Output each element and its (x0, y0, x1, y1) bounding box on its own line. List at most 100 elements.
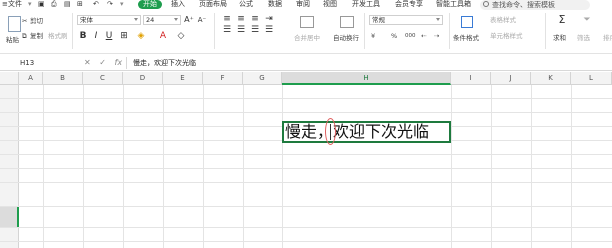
tab-view[interactable]: 视图 (323, 0, 337, 9)
column-header-e[interactable]: E (163, 72, 203, 85)
column-header-h[interactable]: H (282, 72, 451, 85)
sum-icon[interactable]: Σ (557, 14, 567, 25)
increase-font-icon[interactable]: A⁺ (184, 15, 194, 25)
align-top-icon[interactable]: ≡ (222, 14, 232, 24)
justify-icon[interactable]: ☰ (264, 25, 274, 35)
column-header-f[interactable]: F (203, 72, 243, 85)
gridline (0, 154, 612, 155)
align-right-icon[interactable]: ☰ (250, 25, 260, 35)
tab-developer[interactable]: 开发工具 (352, 0, 380, 9)
merge-center-button[interactable]: 合并居中 (294, 34, 320, 42)
paste-icon[interactable] (8, 16, 21, 32)
font-color-icon[interactable]: A (158, 31, 168, 41)
column-header-g[interactable]: G (243, 72, 282, 85)
copy-icon[interactable]: ⧉ (22, 32, 27, 40)
align-left-icon[interactable]: ☰ (222, 25, 232, 35)
tab-review[interactable]: 审阅 (296, 0, 310, 9)
formula-input[interactable]: 慢走，欢迎下次光临 (133, 57, 196, 69)
print-alt-icon[interactable]: ⊞ (77, 0, 83, 9)
filter-button[interactable]: 筛选 (577, 34, 590, 42)
conditional-format-button[interactable]: 条件格式 (453, 34, 479, 42)
increase-decimal-icon[interactable]: ⇠ (421, 32, 426, 40)
sum-button[interactable]: 求和 (553, 34, 566, 42)
tab-page-layout[interactable]: 页面布局 (199, 0, 227, 9)
fx-icon[interactable]: fx (115, 58, 123, 67)
bold-button[interactable]: B (78, 31, 88, 41)
paste-label[interactable]: 粘贴 (6, 36, 19, 44)
scissors-icon[interactable]: ✂ (22, 17, 27, 25)
tab-member[interactable]: 会员专享 (395, 0, 423, 9)
merge-center-icon[interactable] (300, 16, 314, 28)
tab-formulas[interactable]: 公式 (239, 0, 253, 9)
chevron-down-icon[interactable]: ▾ (28, 0, 32, 9)
confirm-icon[interactable]: ✓ (99, 58, 106, 67)
command-search-box[interactable]: 查找命令、搜索模板 (480, 0, 590, 10)
print-preview-icon[interactable]: ▤ (64, 0, 71, 9)
format-painter-button[interactable]: 格式刷 (48, 32, 68, 40)
tab-data[interactable]: 数据 (268, 0, 282, 9)
fill-color-icon[interactable]: ◈ (136, 31, 146, 41)
align-middle-icon[interactable]: ≡ (236, 14, 246, 24)
table-style-button[interactable]: 表格样式 (490, 16, 516, 24)
align-center-icon[interactable]: ☰ (236, 25, 246, 35)
wrap-text-button[interactable]: 自动换行 (333, 34, 359, 42)
gridline (0, 112, 612, 113)
number-format-value: 常规 (372, 16, 385, 24)
sort-button[interactable]: 排序 (603, 34, 612, 42)
tab-home[interactable]: 开始 (138, 0, 162, 9)
column-header-c[interactable]: C (83, 72, 123, 85)
column-header-a[interactable]: A (19, 72, 43, 85)
redo-icon[interactable]: ↷ (107, 0, 113, 9)
underline-button[interactable]: U (104, 31, 114, 41)
select-all-corner[interactable] (0, 72, 19, 85)
quick-access-more-icon[interactable]: ▾ (120, 0, 124, 9)
filter-icon[interactable]: ⏷ (582, 15, 592, 25)
save-icon[interactable]: ▣ (38, 0, 45, 9)
tab-insert[interactable]: 插入 (171, 0, 185, 9)
decrease-font-icon[interactable]: A⁻ (197, 15, 207, 25)
column-header-b[interactable]: B (43, 72, 83, 85)
currency-button[interactable]: ¥ (371, 32, 375, 40)
hamburger-icon[interactable]: ≡ (2, 0, 8, 9)
tab-smart-toolbox[interactable]: 智能工具箱 (436, 0, 471, 9)
file-menu[interactable]: 文件 (8, 0, 22, 9)
copy-button[interactable]: 复制 (30, 32, 43, 40)
cell-style-button[interactable]: 单元格样式 (490, 32, 523, 40)
clear-format-icon[interactable]: ◇ (176, 31, 186, 41)
gridline (83, 85, 84, 248)
conditional-format-icon[interactable] (461, 16, 473, 28)
sheet-grid[interactable] (0, 85, 612, 248)
active-cell-text: 慢走，欢迎下次光临 (285, 122, 430, 141)
percent-button[interactable]: % (391, 32, 397, 40)
gridline (491, 85, 492, 248)
indent-icon[interactable]: ⇥ (264, 14, 274, 24)
italic-button[interactable]: I (91, 31, 101, 41)
ribbon-divider (72, 13, 73, 49)
align-bottom-icon[interactable]: ≡ (250, 14, 260, 24)
print-icon[interactable]: ⎙ (51, 0, 57, 9)
text-cursor (330, 124, 331, 140)
font-size-select[interactable]: 24 (143, 15, 181, 25)
column-header-l[interactable]: L (571, 72, 612, 85)
gridline (0, 98, 612, 99)
font-name-select[interactable]: 宋体 (77, 15, 141, 25)
cancel-icon[interactable]: ✕ (84, 58, 91, 67)
gridline (0, 206, 612, 207)
border-icon[interactable]: ⊞ (119, 31, 129, 41)
gridline (0, 168, 612, 169)
row-header-selected[interactable] (0, 206, 19, 227)
thousands-separator-button[interactable]: 000 (405, 32, 416, 40)
decrease-decimal-icon[interactable]: ⇢ (434, 32, 439, 40)
number-format-select[interactable]: 常规 (369, 15, 443, 25)
column-header-d[interactable]: D (123, 72, 163, 85)
column-header-k[interactable]: K (531, 72, 571, 85)
cut-button[interactable]: 剪切 (30, 17, 43, 25)
column-header-i[interactable]: I (451, 72, 491, 85)
wrap-text-icon[interactable] (340, 16, 354, 28)
gridline (571, 85, 572, 248)
column-header-j[interactable]: J (491, 72, 531, 85)
name-box[interactable]: H13 (0, 57, 70, 69)
gridline (163, 85, 164, 248)
undo-icon[interactable]: ↶ (93, 0, 99, 9)
ribbon-divider (545, 13, 546, 49)
